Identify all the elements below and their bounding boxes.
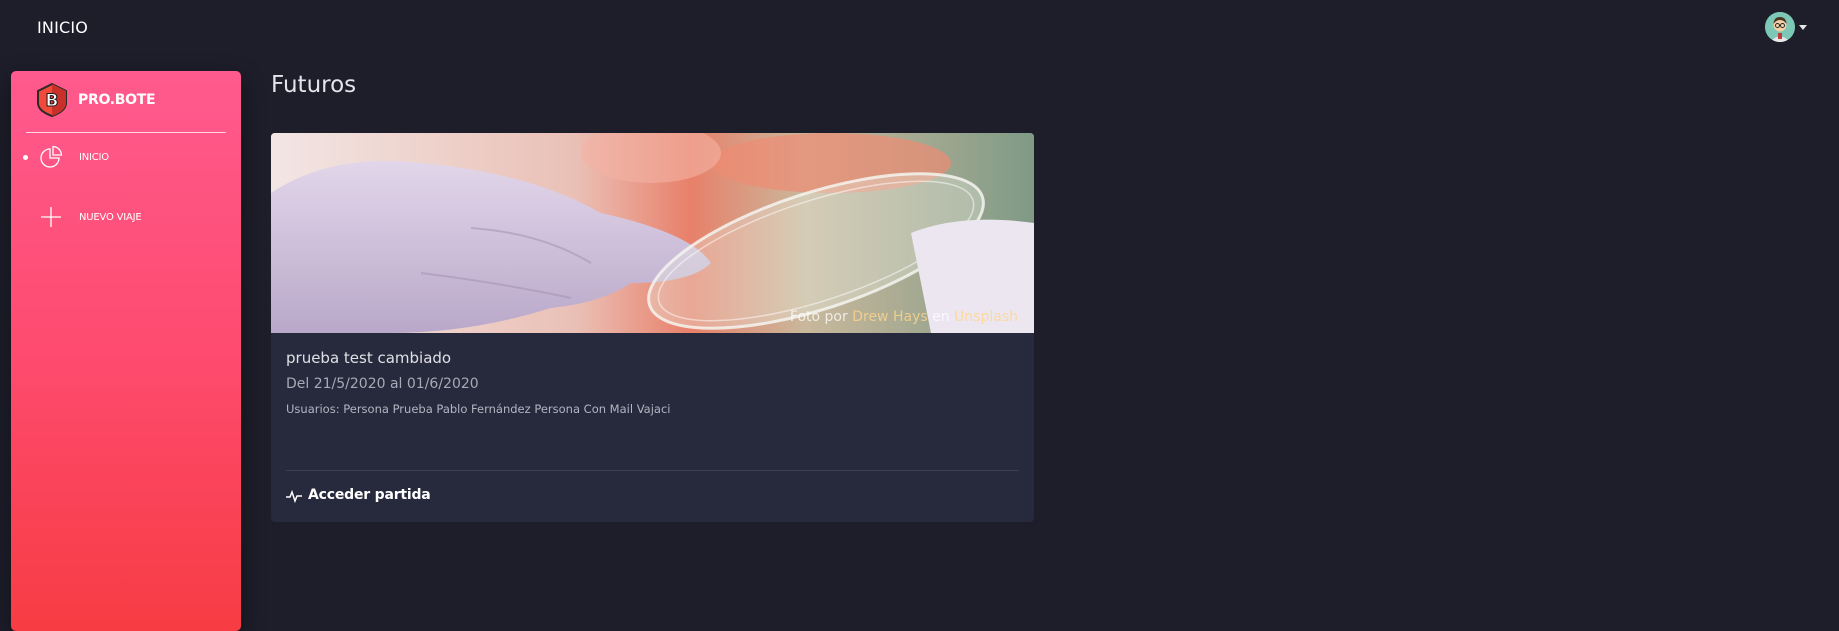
sidebar-item-inicio[interactable]: INICIO (11, 137, 241, 177)
card-title: prueba test cambiado (286, 349, 452, 367)
access-game-button[interactable]: Acceder partida (286, 487, 431, 504)
photo-source-link[interactable]: Unsplash (954, 309, 1018, 325)
top-navbar: INICIO (0, 0, 1839, 58)
pie-chart-icon (39, 145, 63, 169)
trip-card: Foto por Drew Hays en Unsplash prueba te… (271, 133, 1034, 522)
plus-icon (39, 205, 63, 229)
photo-credit-middle: en (932, 309, 950, 325)
card-image: Foto por Drew Hays en Unsplash (271, 133, 1034, 333)
user-menu-dropdown[interactable] (1765, 12, 1807, 42)
brand[interactable]: B PRO.BOTE (35, 82, 156, 118)
brand-name: PRO.BOTE (78, 92, 156, 108)
sidebar-item-nuevo-viaje[interactable]: NUEVO VIAJE (11, 197, 241, 237)
sidebar-item-label: NUEVO VIAJE (79, 211, 142, 223)
caret-down-icon[interactable] (1799, 24, 1807, 30)
sidebar-divider (26, 132, 226, 133)
avatar-icon[interactable] (1765, 12, 1795, 42)
active-indicator (23, 154, 28, 160)
brand-logo-icon: B (35, 82, 69, 118)
photo-credit-prefix: Foto por (789, 309, 848, 325)
photo-credit: Foto por Drew Hays en Unsplash (790, 309, 1018, 325)
access-game-label: Acceder partida (308, 487, 431, 503)
page-header-title: INICIO (37, 18, 89, 37)
sidebar-item-label: INICIO (79, 151, 109, 163)
card-dates: Del 21/5/2020 al 01/6/2020 (286, 376, 479, 392)
card-users: Usuarios: Persona Prueba Pablo Fernández… (286, 402, 671, 416)
sidebar: B PRO.BOTE INICIO NUEVO VIAJE (11, 71, 241, 631)
svg-text:B: B (46, 91, 59, 111)
activity-icon (286, 488, 302, 504)
section-title: Futuros (271, 72, 357, 98)
photo-author-link[interactable]: Drew Hays (852, 309, 927, 325)
card-divider (286, 470, 1019, 471)
